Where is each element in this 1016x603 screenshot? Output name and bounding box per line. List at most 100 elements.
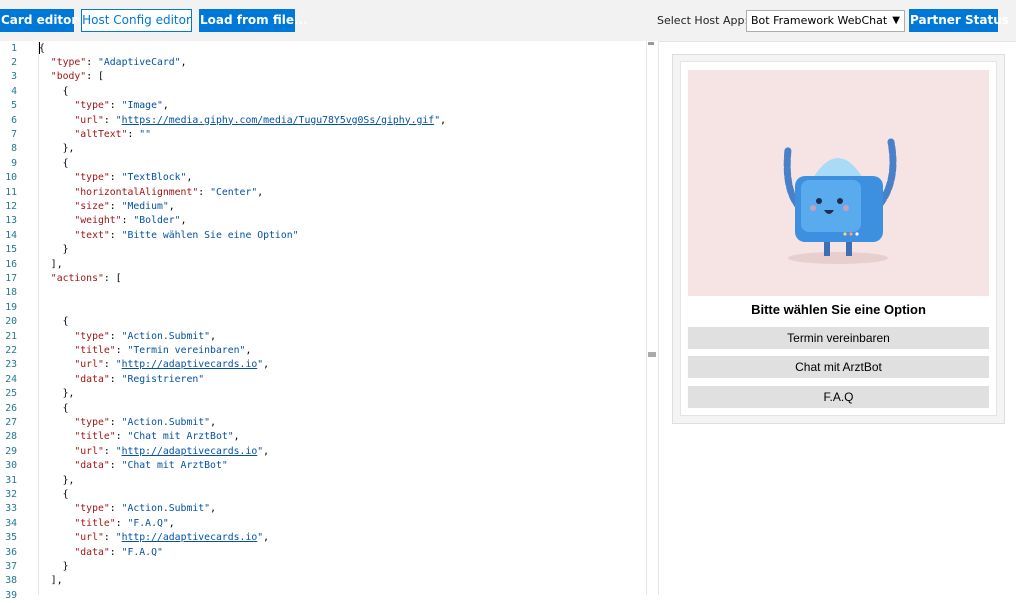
json-punctuation: , [263,359,270,371]
json-punctuation [39,115,74,126]
json-punctuation: , [245,344,252,356]
json-punctuation: ], [39,258,63,270]
code-line[interactable]: "title": "Chat mit ArztBot", [39,430,239,444]
chevron-down-icon: ▼ [892,15,900,26]
line-number: 37 [5,560,17,572]
line-number: 14 [5,229,17,241]
json-string: "Chat mit ArztBot" [127,431,234,443]
code-line[interactable]: "title": "Termin vereinbaren", [39,344,251,358]
json-punctuation: : [109,503,122,515]
json-key: "type" [74,172,110,184]
json-punctuation: , [186,172,193,184]
json-key: "type" [50,56,87,68]
code-line[interactable]: "type": "Image", [39,99,168,113]
json-punctuation: { [39,402,69,414]
json-string: "Medium" [121,200,169,212]
scrollbar-thumb[interactable] [648,352,656,357]
json-url-link[interactable]: https://media.giphy.com/media/Tugu78Y5vg… [122,115,435,126]
json-punctuation: , [440,114,447,126]
code-line[interactable]: { [39,488,69,502]
code-line[interactable]: "url": "http://adaptivecards.io", [39,531,269,545]
json-punctuation: : [121,215,134,227]
json-editor[interactable]: 1 2 3 4 5 6 7 8 9 10 11 12 13 14 15 16 17 18 19 20 21 22 23 24 2… [0,41,659,601]
code-line[interactable]: "url": "https://media.giphy.com/media/Tu… [39,114,446,128]
line-number: 15 [5,244,17,256]
code-line[interactable]: "data": "Registrieren" [39,373,204,387]
code-line[interactable]: "horizontalAlignment": "Center", [39,186,263,200]
json-string: "Registrieren" [121,373,205,385]
code-line[interactable]: "altText": "" [39,128,151,142]
line-number: 21 [5,330,17,342]
line-number: 26 [5,402,17,414]
json-url-link[interactable]: http://adaptivecards.io [122,532,258,543]
line-number: 33 [5,503,17,515]
json-punctuation: { [39,488,69,500]
json-punctuation: }, [39,474,75,486]
json-key: "type" [74,416,110,428]
code-line[interactable]: "size": "Medium", [39,200,174,214]
card-editor-button[interactable]: Card editor [0,9,77,32]
code-line[interactable]: }, [39,387,75,401]
line-number: 8 [11,143,17,155]
code-line[interactable]: "title": "F.A.Q", [39,517,174,531]
json-url-link[interactable]: http://adaptivecards.io [122,446,258,457]
json-punctuation: : [109,416,122,428]
host-app-select[interactable]: Bot Framework WebChat ▼ [746,10,905,32]
code-line[interactable]: "url": "http://adaptivecards.io", [39,445,269,459]
json-punctuation: , [180,215,187,227]
json-punctuation: : [103,359,116,371]
line-number: 16 [5,258,17,270]
code-line[interactable]: "url": "http://adaptivecards.io", [39,358,269,372]
action-faq-button[interactable]: F.A.Q [688,386,989,408]
code-line[interactable]: }, [39,142,75,156]
line-number: 32 [5,488,17,500]
code-line[interactable]: "body": [ [39,70,104,84]
json-string: "Bitte wählen Sie eine Option" [121,229,299,241]
json-key: "data" [74,373,110,385]
code-line[interactable]: ], [39,574,63,588]
code-line[interactable]: { [39,85,69,99]
json-punctuation: : [ [86,71,104,83]
line-number: 5 [11,100,17,112]
code-line[interactable]: }, [39,474,75,488]
json-string: "AdaptiveCard" [97,56,181,68]
code-line[interactable]: "data": "Chat mit ArztBot" [39,459,227,473]
code-line[interactable]: } [39,243,69,257]
scrollbar-marker [648,42,654,45]
code-line[interactable]: "type": "Action.Submit", [39,502,216,516]
line-number: 34 [5,517,17,529]
json-string: "Image" [121,100,163,112]
json-punctuation: , [210,330,216,342]
json-punctuation [39,503,74,514]
code-line[interactable]: { [39,315,69,329]
code-line[interactable]: { [39,41,45,56]
line-number: 18 [5,287,17,299]
code-line[interactable]: "text": "Bitte wählen Sie eine Option" [39,229,299,243]
code-line[interactable]: "data": "F.A.Q" [39,546,162,560]
load-from-file-button[interactable]: Load from file... [199,9,308,32]
code-line[interactable]: { [39,157,69,171]
line-number: 39 [5,589,17,601]
host-app-label: Select Host App: [657,14,749,27]
host-config-editor-button[interactable]: Host Config editor [81,9,192,32]
json-punctuation: : [115,517,128,529]
code-line[interactable]: "type": "Action.Submit", [39,330,216,344]
code-line[interactable]: "type": "TextBlock", [39,171,192,185]
action-chat-button[interactable]: Chat mit ArztBot [688,356,989,378]
code-line[interactable]: "type": "Action.Submit", [39,416,216,430]
code-line[interactable]: "type": "AdaptiveCard", [39,56,187,70]
line-number: 20 [5,316,17,328]
code-line[interactable]: { [39,402,69,416]
partner-status-button[interactable]: Partner Status [909,9,1009,32]
line-number: 2 [11,56,17,68]
code-line[interactable]: ], [39,258,63,272]
json-punctuation [39,100,74,111]
code-line[interactable]: "weight": "Bolder", [39,214,186,228]
code-line[interactable]: } [39,560,69,574]
line-number: 9 [11,157,17,169]
json-url-link[interactable]: http://adaptivecards.io [122,359,258,370]
code-line[interactable]: "actions": [ [39,272,122,286]
card-title: Bitte wählen Sie eine Option [751,302,926,317]
editor-scrollbar-track[interactable] [646,41,647,595]
action-termin-button[interactable]: Termin vereinbaren [688,327,989,349]
